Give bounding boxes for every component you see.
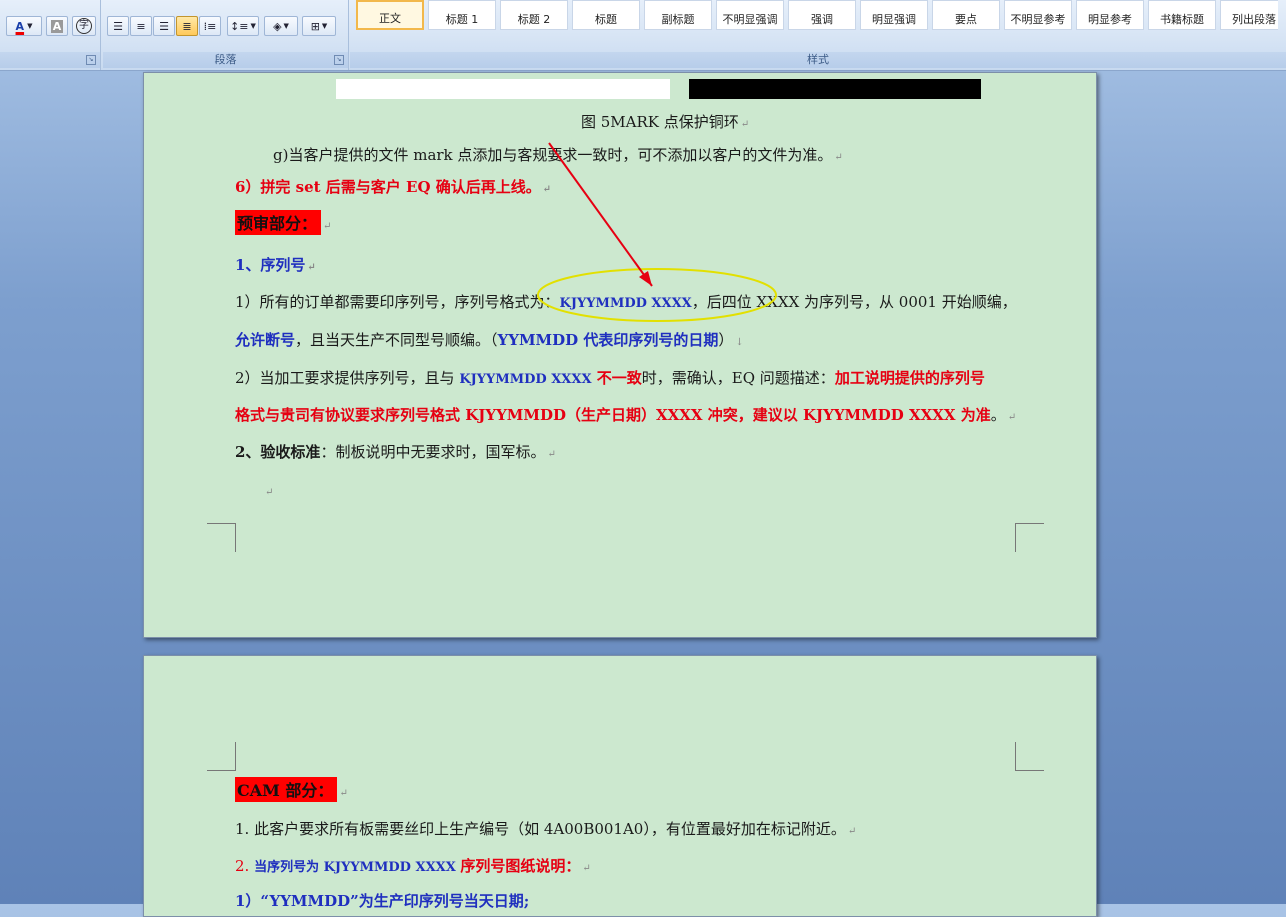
font-dialog-launcher[interactable]: ↘ xyxy=(86,55,96,65)
style-tile-label: 明显强调 xyxy=(872,13,916,26)
align-left-icon: ☰ xyxy=(113,19,123,33)
justify-icon: ≣ xyxy=(182,19,192,33)
style-tile[interactable]: 要点 xyxy=(932,0,1000,30)
style-tile-label: 要点 xyxy=(955,13,977,26)
font-group: A ▼ A 字 ↘ xyxy=(0,0,101,70)
crop-mark-bottom-left xyxy=(207,523,236,552)
empty-paragraph: ↵ xyxy=(265,487,274,498)
style-tile-label: 标题 1 xyxy=(445,13,479,26)
style-tile-label: 副标题 xyxy=(661,13,695,26)
cam-item-2: 2. 当序列号为 KJYYMMDD XXXX 序列号图纸说明： ↵ xyxy=(235,857,591,875)
distributed-button[interactable]: ⁞≡ xyxy=(199,16,221,36)
shading-button[interactable]: ◈ ▼ xyxy=(264,16,298,36)
style-tile[interactable]: 不明显参考 xyxy=(1004,0,1072,30)
cam-item-3: 1）“YYMMDD”为生产印序列号当天日期; xyxy=(235,892,530,910)
section-heading-cam: CAM 部分： ↵ xyxy=(235,777,348,802)
style-tile-label: 正文 xyxy=(379,12,401,25)
crop-mark-top-right xyxy=(1015,742,1044,771)
style-tile-label: 标题 xyxy=(595,13,617,26)
style-tile[interactable]: 强调 xyxy=(788,0,856,30)
figure-image-white xyxy=(336,79,670,99)
font-color-icon: A xyxy=(15,19,25,33)
enclosed-character-icon: 字 xyxy=(76,18,92,34)
line-spacing-button[interactable]: ↕≡ ▼ xyxy=(227,16,259,36)
distributed-icon: ⁞≡ xyxy=(203,19,217,33)
style-tile[interactable]: 正文 xyxy=(356,0,424,30)
style-tile[interactable]: 书籍标题 xyxy=(1148,0,1216,30)
style-tile-label: 明显参考 xyxy=(1088,13,1132,26)
cam-item-1: 1. 此客户要求所有板需要丝印上生产编号（如 4A00B001A0），有位置最好… xyxy=(235,820,857,838)
acceptance-standard: 2、验收标准：制板说明中无要求时，国军标。 ↵ xyxy=(235,443,556,461)
borders-button[interactable]: ⊞ ▼ xyxy=(302,16,336,36)
align-center-icon: ≡ xyxy=(136,19,146,33)
style-tile-label: 列出段落 xyxy=(1232,13,1276,26)
styles-gallery: 正文 标题 1 标题 2 标题 副标题 不明显强调 强调 明显强调 要点 不明显参考 明显参考 书籍标… xyxy=(356,0,1278,32)
chevron-down-icon: ▼ xyxy=(27,22,33,30)
item2-paragraph-line1: 2）当加工要求提供序列号，且与 KJYYMMDD XXXX 不一致时，需确认，E… xyxy=(235,369,985,387)
line-spacing-icon: ↕≡ xyxy=(230,19,249,33)
paragraph-group-label: 段落 xyxy=(103,52,348,68)
crop-mark-bottom-right xyxy=(1015,523,1044,552)
chevron-down-icon: ▼ xyxy=(283,22,289,30)
style-tile-label: 标题 2 xyxy=(517,13,551,26)
style-tile[interactable]: 标题 1 xyxy=(428,0,496,30)
crop-mark-top-left xyxy=(207,742,236,771)
style-tile[interactable]: 标题 2 xyxy=(500,0,568,30)
style-tile[interactable]: 不明显强调 xyxy=(716,0,784,30)
ribbon: A ▼ A 字 ↘ ☰ ≡ ☰ ≣ ⁞≡ ↕≡ ▼ ◈ ▼ ⊞ ▼ 段落 ↘ 正… xyxy=(0,0,1286,71)
font-group-label xyxy=(0,52,100,68)
paragraph-6: 6）拼完 set 后需与客户 EQ 确认后再上线。 ↵ xyxy=(235,178,552,196)
character-shading-icon: A xyxy=(50,19,64,33)
enclose-character-button[interactable]: 字 xyxy=(72,16,96,36)
style-tile[interactable]: 列出段落 xyxy=(1220,0,1278,30)
style-tile-label: 不明显参考 xyxy=(1010,13,1066,26)
figure-image-black xyxy=(689,79,981,99)
align-center-button[interactable]: ≡ xyxy=(130,16,152,36)
item2-paragraph-line2: 格式与贵司有协议要求序列号格式 KJYYMMDD（生产日期）XXXX 冲突，建议… xyxy=(235,406,1017,424)
item-serial-number-title: 1、序列号 ↵ xyxy=(235,256,316,274)
paint-bucket-icon: ◈ xyxy=(273,19,282,33)
style-tile-label: 书籍标题 xyxy=(1160,13,1204,26)
figure-caption: 图 5MARK 点保护铜环 ↵ xyxy=(581,113,750,131)
style-tile[interactable]: 副标题 xyxy=(644,0,712,30)
font-color-button[interactable]: A ▼ xyxy=(6,16,42,36)
styles-group-label: 样式 xyxy=(350,52,1286,68)
item1-paragraph-line2: 允许断号，且当天生产不同型号顺编。（YYMMDD 代表印序列号的日期） ↓ xyxy=(235,331,744,349)
arrow-head-icon xyxy=(639,271,652,286)
section-heading-prereview: 预审部分： ↵ xyxy=(235,210,331,235)
item1-paragraph-line1: 1）所有的订单都需要印序列号，序列号格式为：KJYYMMDD XXXX，后四位 … xyxy=(235,293,1017,311)
styles-group: 正文 标题 1 标题 2 标题 副标题 不明显强调 强调 明显强调 要点 不明显参考 明显参考 书籍标… xyxy=(350,0,1286,70)
align-right-icon: ☰ xyxy=(159,19,169,33)
chevron-down-icon: ▼ xyxy=(321,22,328,30)
paragraph-dialog-launcher[interactable]: ↘ xyxy=(334,55,344,65)
align-left-button[interactable]: ☰ xyxy=(107,16,129,36)
document-page-2: CAM 部分： ↵ 1. 此客户要求所有板需要丝印上生产编号（如 4A00B001… xyxy=(143,655,1097,917)
document-page-1: 图 5MARK 点保护铜环 ↵ g)当客户提供的文件 mark 点添加与客规要求一… xyxy=(143,72,1097,638)
style-tile-label: 强调 xyxy=(811,13,833,26)
style-tile-label: 不明显强调 xyxy=(722,13,778,26)
justify-button[interactable]: ≣ xyxy=(176,16,198,36)
highlight-text-button[interactable]: A xyxy=(46,16,68,36)
align-right-button[interactable]: ☰ xyxy=(153,16,175,36)
paragraph-g: g)当客户提供的文件 mark 点添加与客规要求一致时，可不添加以客户的文件为准… xyxy=(273,146,843,164)
style-tile[interactable]: 标题 xyxy=(572,0,640,30)
borders-icon: ⊞ xyxy=(310,19,320,33)
paragraph-group: ☰ ≡ ☰ ≣ ⁞≡ ↕≡ ▼ ◈ ▼ ⊞ ▼ 段落 ↘ xyxy=(103,0,349,70)
chevron-down-icon: ▼ xyxy=(250,22,256,30)
style-tile[interactable]: 明显强调 xyxy=(860,0,928,30)
style-tile[interactable]: 明显参考 xyxy=(1076,0,1144,30)
